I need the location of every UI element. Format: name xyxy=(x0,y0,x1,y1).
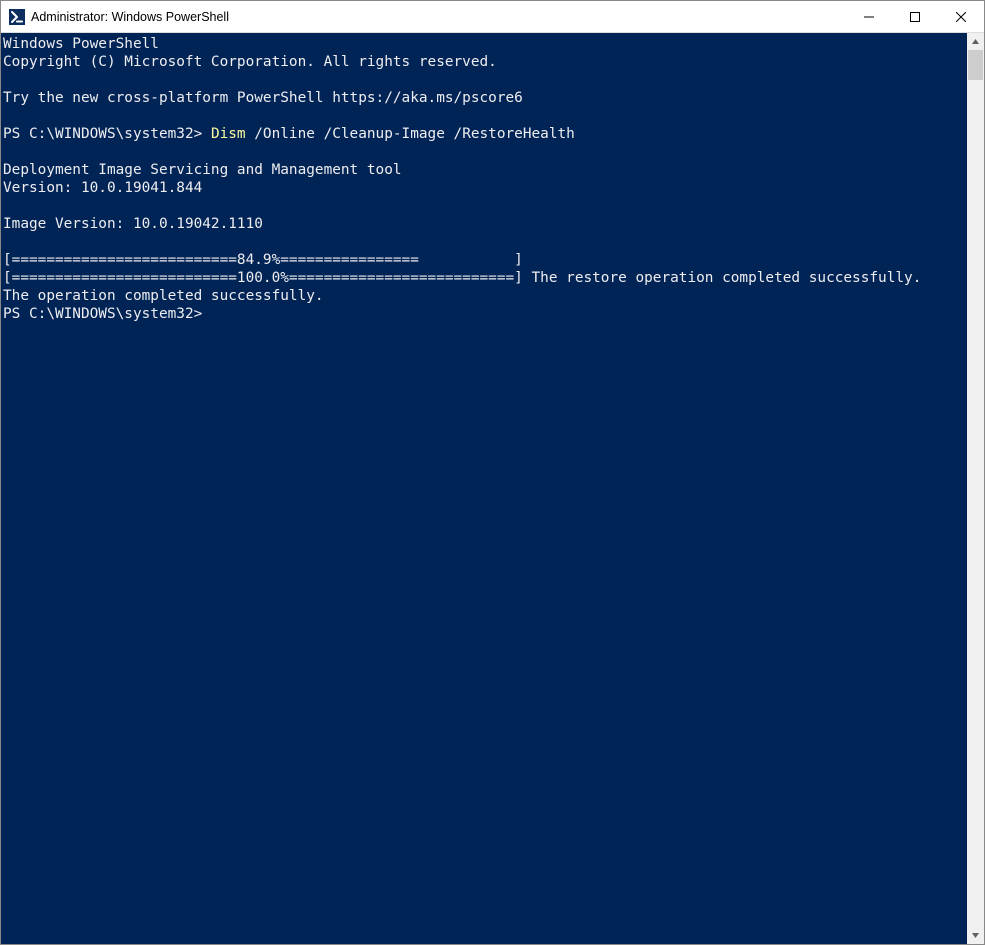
output-line xyxy=(3,233,967,251)
powershell-icon xyxy=(9,9,25,25)
prompt-line: PS C:\WINDOWS\system32> xyxy=(3,305,967,323)
minimize-button[interactable] xyxy=(846,1,892,32)
scroll-up-button[interactable] xyxy=(967,33,984,50)
output-line xyxy=(3,143,967,161)
prompt-text: PS C:\WINDOWS\system32> xyxy=(3,126,211,142)
close-button[interactable] xyxy=(938,1,984,32)
window-title: Administrator: Windows PowerShell xyxy=(31,10,229,24)
maximize-button[interactable] xyxy=(892,1,938,32)
scroll-down-button[interactable] xyxy=(967,927,984,944)
powershell-window: Administrator: Windows PowerShell xyxy=(0,0,985,945)
output-line: Version: 10.0.19041.844 xyxy=(3,179,967,197)
output-line: Image Version: 10.0.19042.1110 xyxy=(3,215,967,233)
output-line xyxy=(3,107,967,125)
progress-line: [==========================100.0%=======… xyxy=(3,269,967,287)
output-line xyxy=(3,71,967,89)
command-line: PS C:\WINDOWS\system32> Dism /Online /Cl… xyxy=(3,125,967,143)
output-line xyxy=(3,197,967,215)
command-args: /Online /Cleanup-Image /RestoreHealth xyxy=(246,126,575,142)
progress-line: [==========================84.9%========… xyxy=(3,251,967,269)
output-line: Deployment Image Servicing and Managemen… xyxy=(3,161,967,179)
titlebar[interactable]: Administrator: Windows PowerShell xyxy=(1,1,984,33)
output-line: Windows PowerShell xyxy=(3,35,967,53)
output-line: Copyright (C) Microsoft Corporation. All… xyxy=(3,53,967,71)
output-line: The operation completed successfully. xyxy=(3,287,967,305)
output-line: Try the new cross-platform PowerShell ht… xyxy=(3,89,967,107)
scrollbar-thumb[interactable] xyxy=(968,50,983,80)
caption-buttons xyxy=(846,1,984,32)
scrollbar-track[interactable] xyxy=(967,50,984,927)
client-area: Windows PowerShellCopyright (C) Microsof… xyxy=(1,33,984,944)
terminal-output[interactable]: Windows PowerShellCopyright (C) Microsof… xyxy=(1,33,967,944)
command-keyword: Dism xyxy=(211,126,246,142)
vertical-scrollbar[interactable] xyxy=(967,33,984,944)
